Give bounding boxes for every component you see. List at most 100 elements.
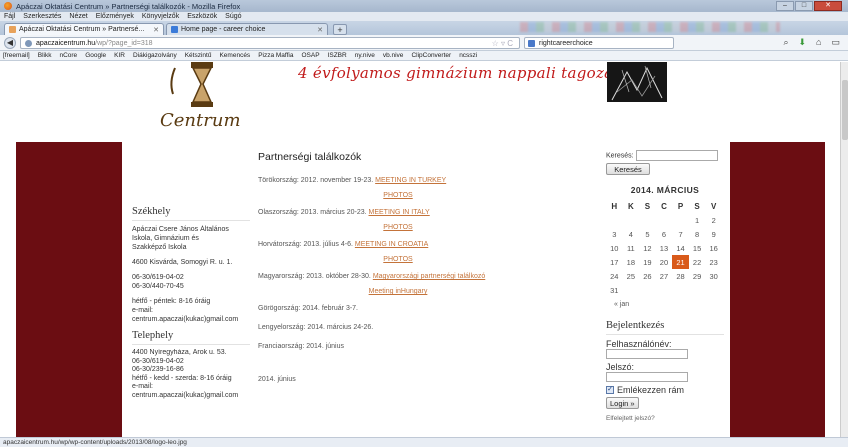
menu-history[interactable]: Előzmények <box>96 13 134 20</box>
username-label: Felhasználónév: <box>606 339 672 349</box>
url-bar[interactable]: apaczaicentrum.hu /wp/?page_id=318 ☆ ▿ C <box>20 37 520 49</box>
calendar-day[interactable]: 9 <box>705 227 722 241</box>
home-icon[interactable]: ⌂ <box>816 37 821 48</box>
calendar-day[interactable]: 7 <box>672 227 689 241</box>
maximize-button[interactable]: □ <box>795 1 813 11</box>
menu-view[interactable]: Nézet <box>69 13 87 20</box>
minimize-button[interactable]: – <box>776 1 794 11</box>
calendar-day[interactable]: 25 <box>623 269 640 283</box>
footer-line: 2014. június <box>258 376 296 383</box>
blurred-taskbar-area <box>520 22 780 32</box>
meeting-link[interactable]: Magyarországi partnerségi találkozó <box>373 273 485 280</box>
photos-link[interactable]: Meeting inHungary <box>258 287 538 296</box>
bookmark-item[interactable]: ISZBR <box>328 52 347 59</box>
remember-checkbox[interactable]: ✓ <box>606 386 614 394</box>
logo-hourglass-icon[interactable] <box>165 62 235 108</box>
calendar-day[interactable]: 29 <box>689 269 706 283</box>
meeting-link[interactable]: MEETING IN TURKEY <box>375 177 446 184</box>
calendar-day[interactable]: 14 <box>672 241 689 255</box>
bookmark-item[interactable]: ny.nive <box>355 52 375 59</box>
bookmark-item[interactable]: Google <box>85 52 106 59</box>
calendar-day[interactable]: 6 <box>656 227 673 241</box>
close-tab-icon[interactable]: ✕ <box>153 26 159 34</box>
calendar-day[interactable]: 8 <box>689 227 706 241</box>
telephely-line: hétfő - kedd - szerda: 8-16 óráig <box>132 374 232 382</box>
photos-link[interactable]: PHOTOS <box>258 255 538 264</box>
tab-apaczai[interactable]: Apáczai Oktatási Centrum » Partnersé... … <box>4 23 164 35</box>
calendar-day[interactable]: 20 <box>656 255 673 269</box>
bookmark-item[interactable]: ncsszi <box>459 52 477 59</box>
calendar-day[interactable]: 18 <box>623 255 640 269</box>
calendar-day[interactable]: 10 <box>606 241 623 255</box>
panel-icon[interactable]: ▭ <box>831 37 840 48</box>
photos-link[interactable]: PHOTOS <box>258 223 538 232</box>
calendar-day <box>656 213 673 227</box>
vertical-scrollbar[interactable] <box>840 62 848 437</box>
calendar-prev-link[interactable]: « jan <box>614 301 724 308</box>
calendar-day[interactable]: 21 <box>672 255 689 269</box>
username-input[interactable] <box>606 349 688 359</box>
password-input[interactable] <box>606 372 688 382</box>
window-controls: – □ ✕ <box>776 1 842 11</box>
meeting-text: Magyarország: 2013. október 28-30. <box>258 273 371 280</box>
bookmark-item[interactable]: [freemail] <box>3 52 30 59</box>
calendar-day[interactable]: 23 <box>705 255 722 269</box>
tab-career-choice[interactable]: Home page - career choice ✕ <box>166 23 328 35</box>
bookmark-item[interactable]: Kemencés <box>219 52 250 59</box>
calendar-day[interactable]: 24 <box>606 269 623 283</box>
menu-edit[interactable]: Szerkesztés <box>23 13 61 20</box>
bookmark-item[interactable]: OSAP <box>301 52 319 59</box>
close-window-button[interactable]: ✕ <box>814 1 842 11</box>
new-tab-button[interactable]: + <box>333 24 347 35</box>
login-button[interactable]: Login » <box>606 397 639 409</box>
calendar-day <box>623 283 640 297</box>
search-button[interactable]: Keresés <box>606 163 650 175</box>
site-identity-icon[interactable] <box>25 39 32 47</box>
photos-link[interactable]: PHOTOS <box>258 191 538 200</box>
bookmark-item[interactable]: Blikk <box>38 52 52 59</box>
tree-image <box>607 62 667 102</box>
calendar-day[interactable]: 2 <box>705 213 722 227</box>
remember-me[interactable]: ✓ Emlékezzen rám <box>606 385 724 395</box>
calendar-day[interactable]: 12 <box>639 241 656 255</box>
menu-file[interactable]: Fájl <box>4 13 15 20</box>
bookmark-item[interactable]: KIR <box>114 52 125 59</box>
calendar-day[interactable]: 17 <box>606 255 623 269</box>
calendar-day[interactable]: 28 <box>672 269 689 283</box>
bookmark-item[interactable]: Diákigazolvány <box>133 52 177 59</box>
download-icon[interactable]: ⬇ <box>799 37 807 48</box>
meeting-link[interactable]: MEETING IN CROATIA <box>355 241 428 248</box>
search-input[interactable] <box>635 150 718 161</box>
menu-tools[interactable]: Eszközök <box>187 13 217 20</box>
calendar-day[interactable]: 19 <box>639 255 656 269</box>
calendar-day[interactable]: 5 <box>639 227 656 241</box>
calendar-day[interactable]: 22 <box>689 255 706 269</box>
menu-bookmarks[interactable]: Könyvjelzők <box>142 13 179 20</box>
calendar-day[interactable]: 15 <box>689 241 706 255</box>
bookmark-item[interactable]: ClipConverter <box>411 52 451 59</box>
back-button[interactable]: ◀ <box>4 36 16 49</box>
search-glass-icon[interactable]: ⌕ <box>783 37 788 48</box>
calendar-day[interactable]: 1 <box>689 213 706 227</box>
bookmark-item[interactable]: vb.nive <box>383 52 404 59</box>
calendar-day[interactable]: 27 <box>656 269 673 283</box>
bookmark-item[interactable]: nCore <box>59 52 77 59</box>
calendar-day[interactable]: 16 <box>705 241 722 255</box>
calendar-day[interactable]: 26 <box>639 269 656 283</box>
menu-help[interactable]: Súgó <box>225 13 241 20</box>
calendar-day[interactable]: 31 <box>606 283 623 297</box>
close-tab-icon[interactable]: ✕ <box>317 26 323 34</box>
bookmark-item[interactable]: Pizza Maffia <box>258 52 293 59</box>
search-bar[interactable]: rightcareerchoice <box>524 37 674 49</box>
calendar-day[interactable]: 4 <box>623 227 640 241</box>
bookmark-star-icon[interactable]: ☆ ▿ C <box>492 39 513 48</box>
scrollbar-thumb[interactable] <box>842 80 848 140</box>
meeting-link[interactable]: MEETING IN ITALY <box>369 209 430 216</box>
calendar-day[interactable]: 30 <box>705 269 722 283</box>
site-logo-text[interactable]: Centrum <box>160 110 241 131</box>
calendar-day[interactable]: 11 <box>623 241 640 255</box>
forgot-password-link[interactable]: Elfelejtett jelszó? <box>606 415 724 422</box>
calendar-day[interactable]: 3 <box>606 227 623 241</box>
bookmark-item[interactable]: Kétszintű <box>185 52 212 59</box>
calendar-day[interactable]: 13 <box>656 241 673 255</box>
